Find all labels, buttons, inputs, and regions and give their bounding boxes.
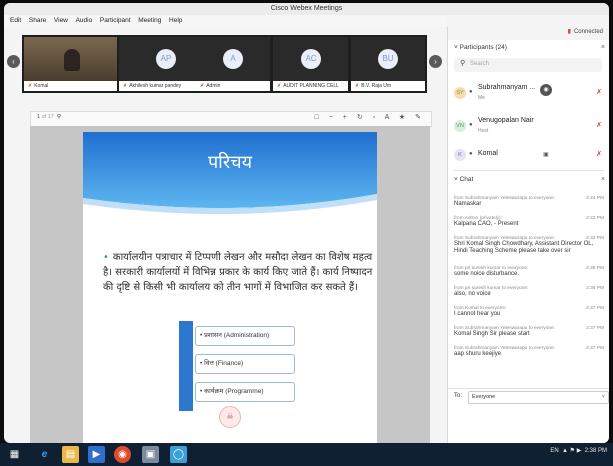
webex-icon[interactable]: ◯ — [170, 446, 187, 463]
chevron-shape — [179, 381, 193, 411]
strip-prev-button[interactable]: ‹ — [7, 55, 20, 68]
menu-edit[interactable]: Edit — [10, 15, 21, 27]
mic-muted-icon: ✗ — [355, 83, 360, 89]
search-input[interactable]: ⚲ Search — [454, 58, 602, 72]
tile-name: ✗ Komal — [24, 81, 117, 91]
avatar: K — [454, 149, 466, 161]
slide-item: • वित्त (Finance) — [195, 354, 295, 374]
chevron-shape — [179, 321, 193, 351]
language-indicator[interactable]: EN — [550, 448, 558, 454]
participants-header[interactable]: ˅ Participants (24) — [454, 44, 507, 51]
mic-muted-icon: ✗ — [123, 83, 128, 89]
participant-video — [64, 49, 80, 71]
chat-message: from Subrahmanyam Yeleswarapu to everyon… — [454, 236, 604, 254]
mic-muted-icon: ✗ — [277, 83, 282, 89]
participant-row[interactable]: SY ● Subrahmanyam ... Me ◉ ✗ — [454, 82, 604, 108]
shared-content: परिचय • कार्यालयीन पत्राचार में टिप्पणी ल… — [30, 126, 430, 443]
avatar: SY — [454, 87, 466, 99]
menu-view[interactable]: View — [54, 15, 68, 27]
share-toolbar: 1 of 17 ⚲ □ − + ↻ ▫ A ★ ✎ — [30, 111, 432, 127]
avatar: VN — [454, 120, 466, 132]
menu-bar: Edit Share View Audio Participant Meetin… — [4, 15, 447, 27]
clock[interactable]: 2:38 PM — [585, 448, 607, 454]
side-panel: ˅ Participants (24) × ⚲ Search SY ● Subr… — [448, 40, 609, 443]
search-icon: ⚲ — [460, 60, 466, 67]
slide-logo-icon: ☠ — [219, 406, 241, 428]
signal-icon: ▮ — [567, 29, 571, 35]
window-title: Cisco Webex Meetings — [270, 5, 343, 12]
avatar: AP — [156, 49, 176, 69]
chat-message: from Subrahmanyam Yeleswarapu to everyon… — [454, 326, 604, 337]
chat-message: from Subrahmanyam Yeleswarapu to everyon… — [454, 346, 604, 357]
mic-muted-icon: ✗ — [200, 83, 205, 89]
internet-explorer-icon[interactable]: e — [36, 446, 53, 463]
menu-audio[interactable]: Audio — [76, 15, 93, 27]
participant-row[interactable]: K ● Komal ▣ ✗ — [454, 144, 604, 170]
chat-message: from Subrahmanyam Yeleswarapu to everyon… — [454, 196, 604, 207]
slide-item: • प्रशासन (Administration) — [195, 326, 295, 346]
video-icon[interactable]: ◉ — [540, 84, 552, 96]
close-icon[interactable]: × — [601, 44, 605, 51]
mic-muted-icon: ✗ — [596, 89, 602, 96]
taskbar: ▦ e ▤ ▶ ◉ ▣ ◯ EN ▲ ⚑ ▶ 2:38 PM — [0, 443, 613, 466]
avatar: BU — [378, 49, 398, 69]
mic-icon: ● — [469, 89, 473, 95]
media-player-icon[interactable]: ▶ — [88, 446, 105, 463]
recipient-select[interactable]: Everyone ˅ — [468, 391, 609, 404]
avatar: A — [223, 49, 243, 69]
slide-item: • कार्यक्रम (Programme) — [195, 382, 295, 402]
video-tile[interactable]: ✗ Komal — [24, 37, 117, 91]
tile-name: ✗ B.V. Raja Um — [351, 81, 425, 91]
chat-header[interactable]: ˅ Chat — [454, 176, 473, 183]
slide-heading: परिचय — [207, 152, 253, 173]
annotation-tools[interactable]: □ − + ↻ ▫ A ★ ✎ — [315, 113, 425, 121]
page-indicator[interactable]: 1 of 17 ⚲ — [37, 114, 61, 120]
chat-message: from pri suresh kumar to everyone: 2:36 P… — [454, 286, 604, 297]
chevron-shape — [179, 351, 193, 381]
participant-row[interactable]: VN ● Venugopalan Nair Host ✗ — [454, 115, 604, 141]
mic-muted-icon: ✗ — [28, 83, 33, 89]
title-bar: Cisco Webex Meetings — [4, 3, 609, 15]
chat-message: from Komal to everyone: 2:37 PM I cannot … — [454, 306, 604, 317]
mic-icon: ● — [469, 151, 473, 157]
connection-status: ▮ Connected — [567, 29, 603, 35]
mic-muted-icon: ✗ — [596, 151, 602, 158]
file-explorer-icon[interactable]: ▤ — [62, 446, 79, 463]
tile-name: ✗ AUDIT PLANNING CELL — [273, 81, 348, 91]
chat-message: from Admin (privately): 2:22 PM Kalpana C… — [454, 216, 604, 227]
video-tile[interactable]: AC ✗ AUDIT PLANNING CELL — [273, 37, 348, 91]
menu-share[interactable]: Share — [29, 15, 46, 27]
screen-share-icon: ▣ — [540, 149, 552, 161]
windows-start-icon[interactable]: ▦ — [6, 446, 23, 463]
menu-meeting[interactable]: Meeting — [138, 15, 161, 27]
chrome-icon[interactable]: ◉ — [114, 446, 131, 463]
app-icon[interactable]: ▣ — [142, 446, 159, 463]
video-tile[interactable]: A ✗ Admin — [196, 37, 270, 91]
mic-muted-icon: ✗ — [596, 122, 602, 129]
mic-icon: ● — [469, 122, 473, 128]
video-tile[interactable]: BU ✗ B.V. Raja Um — [351, 37, 425, 91]
participant-strip: ✗ Komal AP ✗ Akhilesh kumar pandey A ✗ Admi… — [22, 35, 427, 93]
menu-help[interactable]: Help — [169, 15, 182, 27]
chevron-down-icon: ˅ — [601, 394, 605, 400]
presentation-slide: परिचय • कार्यालयीन पत्राचार में टिप्पणी ल… — [83, 132, 377, 443]
chat-recipient-bar: To: Everyone ˅ — [448, 388, 609, 405]
strip-next-button[interactable]: › — [429, 55, 442, 68]
chat-message: from pri suresh kumar to everyone: 2:36 P… — [454, 266, 604, 277]
menu-participant[interactable]: Participant — [100, 15, 131, 27]
close-icon[interactable]: × — [601, 176, 605, 183]
system-tray: EN ▲ ⚑ ▶ 2:38 PM — [550, 448, 607, 454]
slide-bullet: • कार्यालयीन पत्राचार में टिप्पणी लेखन और… — [103, 252, 373, 293]
section-divider — [454, 170, 604, 171]
webex-window: Cisco Webex Meetings Edit Share View Aud… — [4, 3, 609, 443]
avatar: AC — [301, 49, 321, 69]
tile-name: ✗ Admin — [196, 81, 270, 91]
